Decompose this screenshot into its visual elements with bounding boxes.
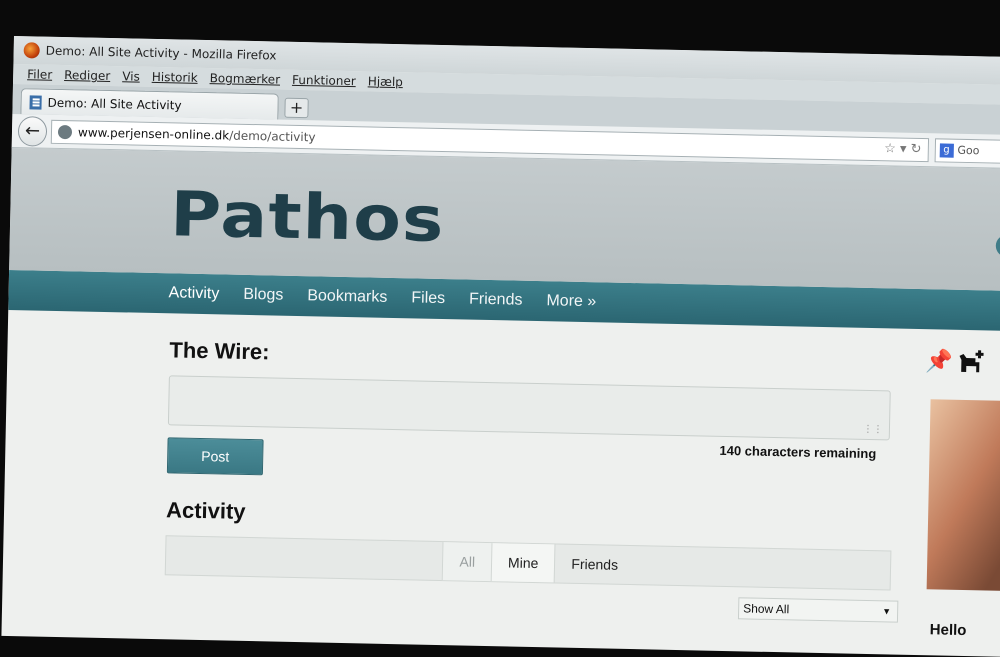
wire-textarea[interactable]: ⋮⋮ [167, 375, 891, 441]
menu-hjaelp[interactable]: Hjælp [368, 74, 403, 89]
nav-files[interactable]: Files [411, 289, 445, 308]
post-button[interactable]: Post [166, 437, 264, 476]
bookmark-star-icon[interactable]: ☆ ▾ ↻ [884, 141, 922, 157]
url-host: www.perjensen-online.dk [77, 124, 230, 143]
resize-grip-icon[interactable]: ⋮⋮ [863, 424, 883, 435]
activity-heading: Activity [165, 497, 246, 524]
wire-heading: The Wire: [169, 337, 270, 365]
site-favicon-icon [29, 94, 42, 110]
site-header: Pathos [9, 147, 1000, 291]
new-tab-button[interactable]: + [284, 97, 309, 119]
window-title: Demo: All Site Activity - Mozilla Firefo… [45, 43, 277, 63]
globe-icon [57, 124, 73, 139]
activity-tabs: All Mine Friends [164, 535, 892, 591]
browser-window: Demo: All Site Activity - Mozilla Firefo… [1, 36, 1000, 657]
menu-bogmaerker[interactable]: Bogmærker [210, 71, 281, 86]
menu-rediger[interactable]: Rediger [64, 68, 110, 83]
nav-more[interactable]: More » [546, 292, 596, 311]
chars-remaining: 140 characters remaining [719, 442, 877, 462]
url-path: /demo/activity [229, 128, 316, 144]
browser-tab[interactable]: Demo: All Site Activity [20, 88, 279, 120]
firefox-icon [23, 42, 40, 59]
menu-funktioner[interactable]: Funktioner [292, 73, 356, 88]
tab-title: Demo: All Site Activity [47, 95, 182, 113]
back-arrow-icon[interactable]: ← [17, 115, 48, 147]
nav-friends[interactable]: Friends [469, 291, 523, 310]
site-logo[interactable]: Pathos [170, 177, 446, 256]
dropdown-arrow-icon: ▼ [882, 606, 892, 617]
activity-filter-select[interactable]: Show All ▼ [737, 597, 899, 623]
header-circle-button[interactable] [995, 234, 1000, 258]
tab-mine[interactable]: Mine [490, 543, 555, 583]
menu-filer[interactable]: Filer [27, 67, 52, 82]
google-icon: g [939, 142, 954, 158]
search-input[interactable]: g Goo [934, 137, 1000, 164]
tab-friends[interactable]: Friends [553, 544, 635, 585]
menu-historik[interactable]: Historik [152, 70, 198, 85]
nav-activity[interactable]: Activity [168, 284, 219, 303]
main-content: The Wire: ⋮⋮ 140 characters remaining Po… [2, 310, 1000, 639]
nav-blogs[interactable]: Blogs [243, 286, 283, 305]
dog-plus-icon[interactable] [957, 348, 986, 375]
menu-vis[interactable]: Vis [122, 69, 140, 83]
nav-bookmarks[interactable]: Bookmarks [307, 287, 387, 307]
pushpin-icon[interactable]: 📌 [925, 349, 953, 375]
user-avatar[interactable] [926, 399, 1000, 592]
greeting-text: Hello [929, 621, 967, 640]
search-text: Goo [957, 143, 980, 158]
tab-all[interactable]: All [442, 542, 492, 582]
filter-value: Show All [743, 601, 790, 617]
